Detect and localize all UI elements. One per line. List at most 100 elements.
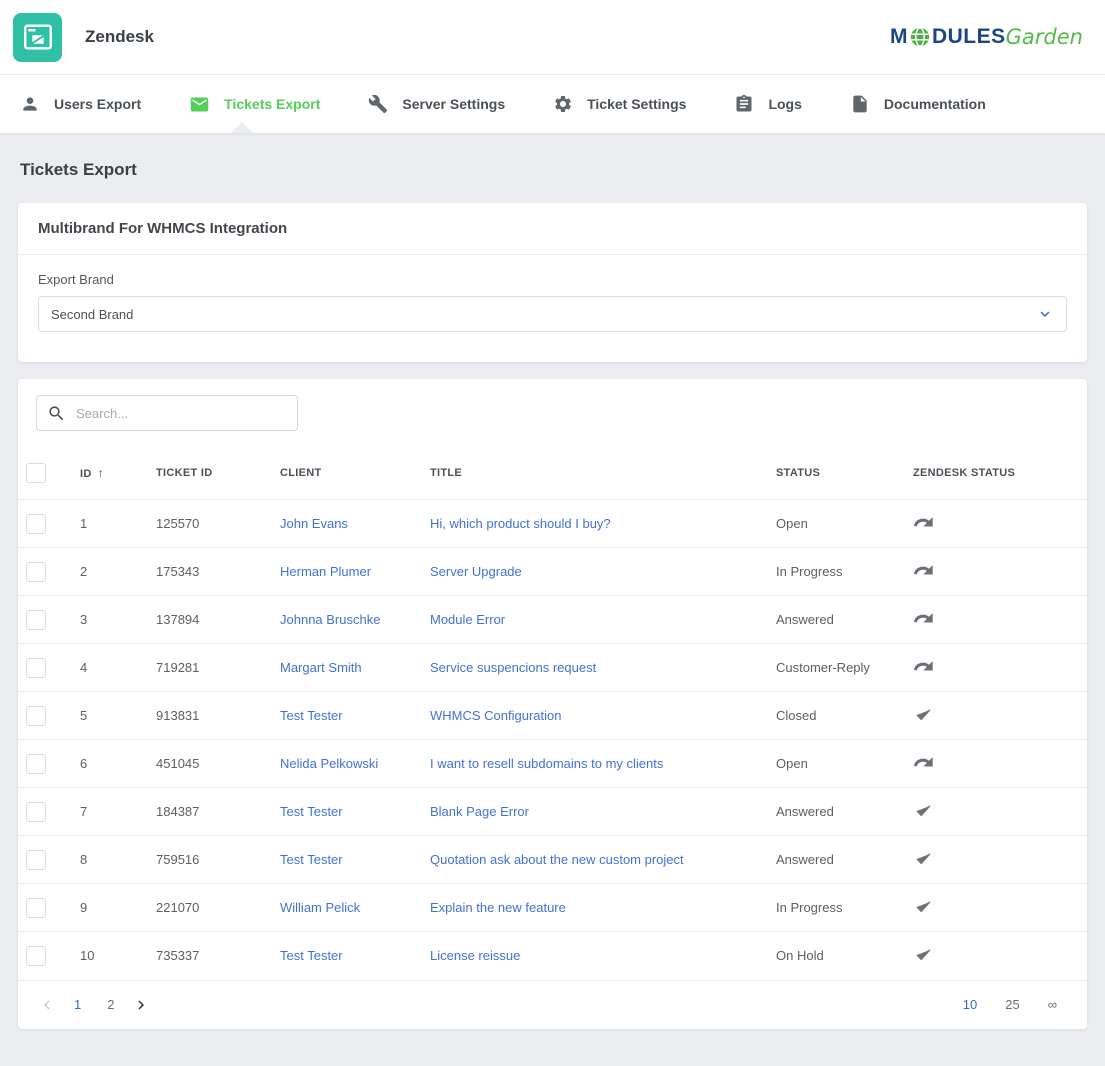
wrench-icon xyxy=(368,94,388,114)
title-link[interactable]: License reissue xyxy=(430,948,520,963)
tickets-table: ID↑ TICKET ID CLIENT TITLE STATUS ZENDES… xyxy=(18,447,1087,980)
row-checkbox[interactable] xyxy=(26,898,46,918)
table-body: 1 125570 John Evans Hi, which product sh… xyxy=(18,500,1087,980)
title-link[interactable]: Hi, which product should I buy? xyxy=(430,516,611,531)
nav-ticket-settings[interactable]: Ticket Settings xyxy=(553,75,686,133)
table-row: 3 137894 Johnna Bruschke Module Error An… xyxy=(18,596,1087,644)
check-icon xyxy=(913,905,934,920)
row-checkbox[interactable] xyxy=(26,658,46,678)
nav-logs[interactable]: Logs xyxy=(734,75,801,133)
page-1-button[interactable]: 1 xyxy=(66,993,89,1016)
row-checkbox[interactable] xyxy=(26,706,46,726)
column-header-ticket-id[interactable]: TICKET ID xyxy=(148,447,272,500)
column-header-title[interactable]: TITLE xyxy=(422,447,768,500)
client-link[interactable]: Herman Plumer xyxy=(280,564,371,579)
table-row: 8 759516 Test Tester Quotation ask about… xyxy=(18,836,1087,884)
row-id: 3 xyxy=(72,596,148,644)
title-link[interactable]: WHMCS Configuration xyxy=(430,708,562,723)
row-checkbox[interactable] xyxy=(26,754,46,774)
table-row: 7 184387 Test Tester Blank Page Error An… xyxy=(18,788,1087,836)
brand-part3: Garden xyxy=(1006,25,1083,49)
row-checkbox[interactable] xyxy=(26,514,46,534)
row-id: 6 xyxy=(72,740,148,788)
nav-users-export[interactable]: Users Export xyxy=(20,75,141,133)
row-status: In Progress xyxy=(768,884,905,932)
export-brand-select[interactable]: Second Brand xyxy=(38,296,1067,332)
row-checkbox[interactable] xyxy=(26,610,46,630)
client-link[interactable]: Test Tester xyxy=(280,948,343,963)
row-ticket-id: 451045 xyxy=(148,740,272,788)
client-link[interactable]: Test Tester xyxy=(280,804,343,819)
user-icon xyxy=(20,94,40,114)
nav-documentation[interactable]: Documentation xyxy=(850,75,986,133)
nav-label: Logs xyxy=(768,96,801,112)
row-checkbox[interactable] xyxy=(26,802,46,822)
multibrand-card-title: Multibrand For WHMCS Integration xyxy=(18,203,1087,255)
row-ticket-id: 175343 xyxy=(148,548,272,596)
page-2-button[interactable]: 2 xyxy=(99,993,122,1016)
envelope-icon xyxy=(189,94,210,115)
row-id: 10 xyxy=(72,932,148,980)
title-link[interactable]: Service suspencions request xyxy=(430,660,596,675)
row-status: Answered xyxy=(768,788,905,836)
title-link[interactable]: Blank Page Error xyxy=(430,804,529,819)
column-header-id[interactable]: ID↑ xyxy=(72,447,148,500)
row-id: 2 xyxy=(72,548,148,596)
app-title: Zendesk xyxy=(85,27,154,47)
table-header-row: ID↑ TICKET ID CLIENT TITLE STATUS ZENDES… xyxy=(18,447,1087,500)
row-status: Open xyxy=(768,500,905,548)
active-tab-notch xyxy=(231,122,253,133)
client-link[interactable]: Johnna Bruschke xyxy=(280,612,380,627)
client-link[interactable]: Margart Smith xyxy=(280,660,362,675)
main-nav: Users Export Tickets Export Server Setti… xyxy=(0,75,1105,133)
client-link[interactable]: Test Tester xyxy=(280,852,343,867)
page-size-10[interactable]: 10 xyxy=(953,993,987,1016)
prev-page-button[interactable] xyxy=(38,996,56,1014)
row-checkbox[interactable] xyxy=(26,946,46,966)
row-ticket-id: 125570 xyxy=(148,500,272,548)
clipboard-icon xyxy=(734,94,754,114)
nav-server-settings[interactable]: Server Settings xyxy=(368,75,505,133)
row-checkbox[interactable] xyxy=(26,562,46,582)
page-size-switcher: 10 25 ∞ xyxy=(945,993,1067,1016)
column-header-status[interactable]: STATUS xyxy=(768,447,905,500)
page-size-all[interactable]: ∞ xyxy=(1038,993,1067,1016)
row-id: 5 xyxy=(72,692,148,740)
title-link[interactable]: Quotation ask about the new custom proje… xyxy=(430,852,684,867)
zendesk-app-icon xyxy=(13,13,62,62)
row-checkbox[interactable] xyxy=(26,850,46,870)
title-link[interactable]: I want to resell subdomains to my client… xyxy=(430,756,663,771)
globe-icon xyxy=(909,26,931,48)
client-link[interactable]: Test Tester xyxy=(280,708,343,723)
row-ticket-id: 735337 xyxy=(148,932,272,980)
client-link[interactable]: William Pelick xyxy=(280,900,360,915)
row-ticket-id: 719281 xyxy=(148,644,272,692)
chevron-left-icon xyxy=(38,996,56,1014)
pagination-bar: 1 2 10 25 ∞ xyxy=(18,980,1087,1029)
search-input[interactable] xyxy=(76,406,287,421)
sort-asc-icon: ↑ xyxy=(98,466,104,480)
nav-label: Users Export xyxy=(54,96,141,112)
page-size-25[interactable]: 25 xyxy=(995,993,1029,1016)
column-header-zendesk-status[interactable]: ZENDESK STATUS xyxy=(905,447,1087,500)
title-link[interactable]: Module Error xyxy=(430,612,505,627)
next-page-button[interactable] xyxy=(132,996,150,1014)
tickets-table-card: ID↑ TICKET ID CLIENT TITLE STATUS ZENDES… xyxy=(18,379,1087,1029)
title-link[interactable]: Server Upgrade xyxy=(430,564,522,579)
client-link[interactable]: Nelida Pelkowski xyxy=(280,756,378,771)
row-status: Answered xyxy=(768,836,905,884)
column-header-client[interactable]: CLIENT xyxy=(272,447,422,500)
table-row: 5 913831 Test Tester WHMCS Configuration… xyxy=(18,692,1087,740)
select-all-checkbox[interactable] xyxy=(26,463,46,483)
row-id: 4 xyxy=(72,644,148,692)
row-id: 1 xyxy=(72,500,148,548)
nav-tickets-export[interactable]: Tickets Export xyxy=(189,75,320,133)
multibrand-card: Multibrand For WHMCS Integration Export … xyxy=(18,203,1087,362)
row-status: Open xyxy=(768,740,905,788)
check-icon xyxy=(913,713,934,728)
row-id: 8 xyxy=(72,836,148,884)
client-link[interactable]: John Evans xyxy=(280,516,348,531)
export-brand-label: Export Brand xyxy=(38,272,1067,287)
title-link[interactable]: Explain the new feature xyxy=(430,900,566,915)
row-ticket-id: 137894 xyxy=(148,596,272,644)
